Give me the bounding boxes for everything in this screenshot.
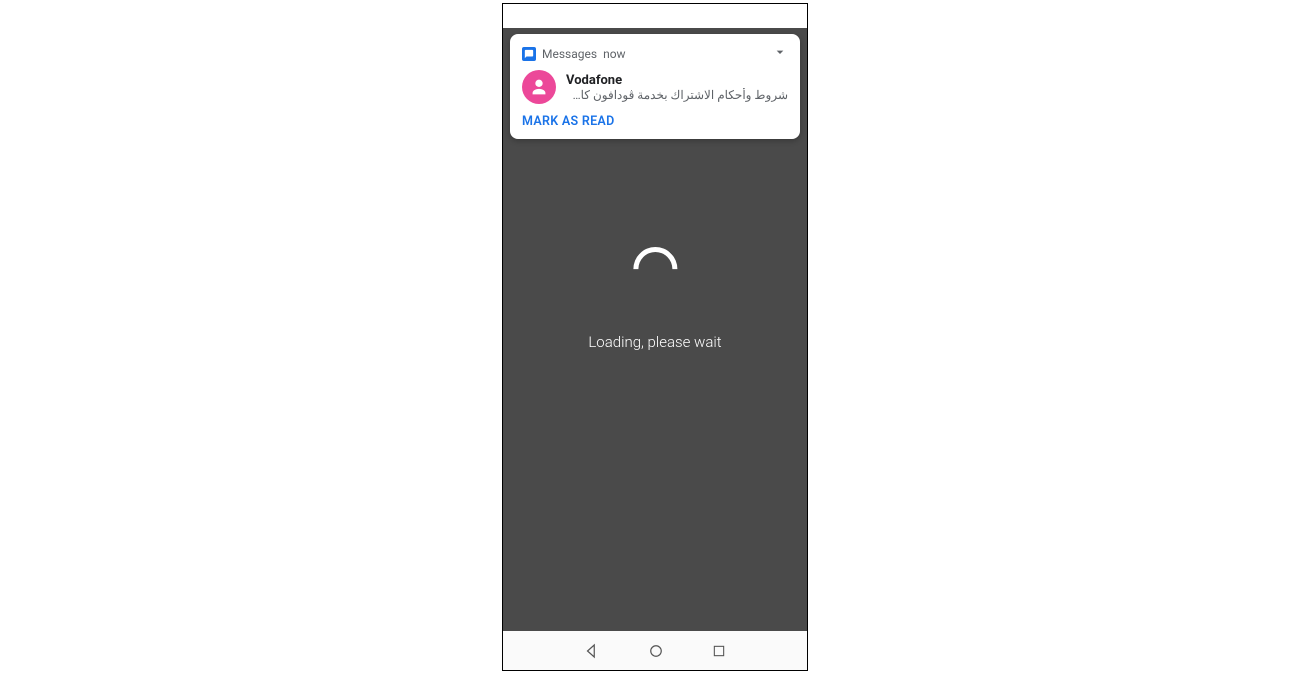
back-button[interactable]	[583, 642, 601, 660]
notification-time: now	[603, 47, 626, 61]
messages-app-icon	[522, 47, 536, 61]
status-bar	[503, 4, 807, 28]
recent-apps-button[interactable]	[711, 643, 727, 659]
notification-text: Vodafone شروط وأحكام الاشتراك بخدمة ڤودا…	[566, 73, 788, 102]
notification-header: Messages now	[522, 44, 788, 64]
home-button[interactable]	[647, 642, 665, 660]
app-screen: Messages now Vodafone شروط وأحكام الاشتر…	[503, 28, 807, 631]
navigation-bar	[503, 631, 807, 670]
notification-sender: Vodafone	[566, 73, 788, 88]
chevron-down-icon[interactable]	[772, 44, 788, 64]
spinner-icon	[624, 238, 686, 300]
loading-area: Loading, please wait	[588, 247, 721, 351]
notification-app-name: Messages	[542, 47, 597, 61]
notification-body: Vodafone شروط وأحكام الاشتراك بخدمة ڤودا…	[522, 70, 788, 104]
device-frame: Messages now Vodafone شروط وأحكام الاشتر…	[502, 3, 808, 671]
mark-as-read-button[interactable]: MARK AS READ	[522, 114, 788, 129]
contact-avatar-icon	[522, 70, 556, 104]
notification-message: شروط وأحكام الاشتراك بخدمة ڤودافون كاش .…	[566, 88, 788, 102]
loading-text: Loading, please wait	[588, 333, 721, 351]
notification-card[interactable]: Messages now Vodafone شروط وأحكام الاشتر…	[510, 34, 800, 139]
